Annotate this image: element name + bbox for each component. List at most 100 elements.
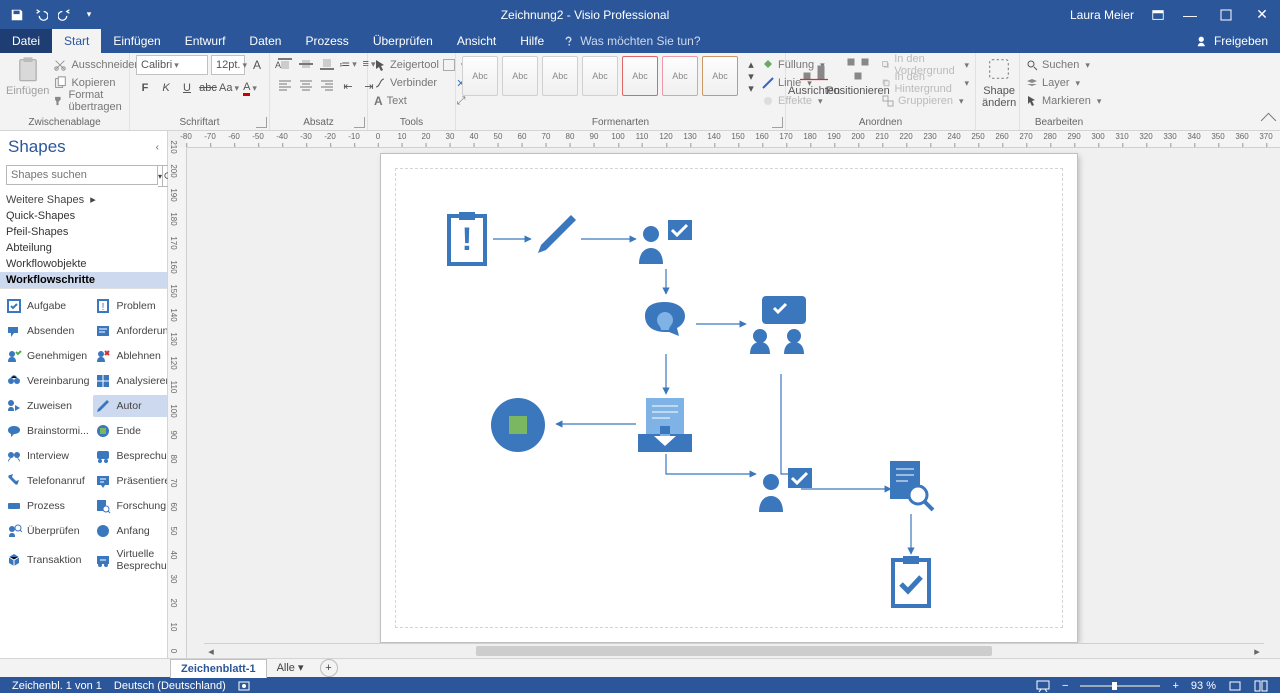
italic-icon[interactable]: K (157, 79, 175, 97)
align-left-icon[interactable] (276, 77, 294, 95)
text-tool[interactable]: AText⤢ (374, 92, 465, 110)
grow-font-icon[interactable]: A (248, 56, 266, 74)
change-shape-button[interactable]: Shape ändern (982, 55, 1016, 109)
shape-item[interactable]: Interview (4, 445, 91, 467)
approver-shape-2[interactable] (756, 464, 816, 517)
scroll-left-icon[interactable]: ◂ (204, 645, 218, 658)
stencil-arrow[interactable]: Pfeil-Shapes (0, 224, 167, 240)
approver-shape[interactable] (636, 216, 696, 269)
pane-collapse-icon[interactable]: ‹ (156, 142, 159, 153)
zoom-slider[interactable] (1080, 685, 1160, 687)
position-button[interactable]: Positionieren (836, 55, 880, 97)
shape-item[interactable]: Anfang (93, 520, 167, 542)
meeting-shape[interactable] (746, 294, 812, 357)
paste-button[interactable]: Einfügen (6, 55, 49, 97)
task-complete-shape[interactable] (889, 554, 933, 613)
shape-item[interactable]: Überprüfen (4, 520, 91, 542)
zoom-in-icon[interactable]: + (1166, 680, 1184, 692)
research-shape[interactable] (886, 459, 936, 517)
pencil-shape[interactable] (531, 210, 581, 263)
tab-review[interactable]: Überprüfen (361, 29, 445, 53)
cut-button[interactable]: Ausschneiden (53, 56, 140, 74)
style-thumb[interactable]: Abc (662, 56, 698, 96)
shape-item[interactable]: Brainstormi... (4, 420, 91, 442)
tab-view[interactable]: Ansicht (445, 29, 508, 53)
format-painter-button[interactable]: Format übertragen (53, 92, 140, 110)
tab-process[interactable]: Prozess (293, 29, 360, 53)
bold-icon[interactable]: F (136, 79, 154, 97)
underline-icon[interactable]: U (178, 79, 196, 97)
font-size-combo[interactable]: 12pt.▾ (211, 55, 245, 75)
fit-page-icon[interactable] (1222, 680, 1248, 692)
stencil-quick[interactable]: Quick-Shapes (0, 208, 167, 224)
styles-dialog-launcher[interactable] (772, 117, 783, 128)
tab-data[interactable]: Daten (237, 29, 293, 53)
user-name[interactable]: Laura Meier (1070, 8, 1134, 22)
tab-help[interactable]: Hilfe (508, 29, 556, 53)
style-thumb[interactable]: Abc (622, 56, 658, 96)
scroll-thumb[interactable] (476, 646, 992, 656)
align-top-icon[interactable] (276, 55, 294, 73)
ribbon-display-icon[interactable] (1146, 0, 1170, 29)
connector-tool[interactable]: Verbinder✕ (374, 74, 465, 92)
shape-item[interactable]: Telefonanruf (4, 470, 91, 492)
shape-item[interactable]: Ende (93, 420, 167, 442)
align-center-icon[interactable] (297, 77, 315, 95)
shape-item[interactable]: Aufgabe (4, 295, 91, 317)
shape-item[interactable]: Besprechung (93, 445, 167, 467)
gallery-down-icon[interactable]: ▾ (742, 70, 760, 82)
align-bottom-icon[interactable] (318, 55, 336, 73)
style-thumb[interactable]: Abc (462, 56, 498, 96)
undo-icon[interactable] (30, 4, 52, 26)
case-icon[interactable]: Aa▾ (220, 79, 238, 97)
inbox-shape[interactable] (636, 394, 694, 457)
shape-item[interactable]: Transaktion (4, 545, 91, 575)
shape-item[interactable]: Präsentieren (93, 470, 167, 492)
find-button[interactable]: Suchen▾ (1026, 56, 1101, 74)
zoom-level[interactable]: 93 % (1185, 680, 1222, 692)
drawing-canvas[interactable]: -80-70-60-50-40-30-20-100102030405060708… (168, 131, 1280, 658)
shape-item[interactable]: Analysieren (93, 370, 167, 392)
fit-width-icon[interactable] (1248, 680, 1274, 692)
minimize-button[interactable]: — (1174, 0, 1206, 29)
shape-item[interactable]: Virtuelle Besprechung (93, 545, 167, 575)
indent-dec-icon[interactable]: ⇤ (339, 77, 357, 95)
font-family-combo[interactable]: Calibri▾ (136, 55, 208, 75)
scroll-right-icon[interactable]: ▸ (1250, 645, 1264, 658)
close-button[interactable]: ✕ (1246, 0, 1278, 29)
status-language[interactable]: Deutsch (Deutschland) (108, 680, 232, 692)
font-color-icon[interactable]: A▾ (241, 79, 259, 97)
sheet-tab-active[interactable]: Zeichenblatt-1 (170, 659, 267, 678)
shape-style-gallery[interactable]: Abc Abc Abc Abc Abc Abc Abc ▴ ▾ ▾ (462, 55, 754, 96)
gallery-more-icon[interactable]: ▾ (742, 82, 760, 94)
bullets-icon[interactable]: ≔▾ (339, 55, 357, 73)
shape-item[interactable]: Anforderung (93, 320, 167, 342)
share-button[interactable]: Freigeben (1184, 29, 1280, 53)
save-icon[interactable] (6, 4, 28, 26)
tab-start[interactable]: Start (52, 29, 101, 53)
shape-item[interactable]: Autor (93, 395, 167, 417)
select-button[interactable]: Markieren▾ (1026, 92, 1101, 110)
layer-button[interactable]: Layer▾ (1026, 74, 1101, 92)
add-sheet-button[interactable]: + (320, 659, 338, 677)
horizontal-scrollbar[interactable]: ◂ ▸ (204, 643, 1264, 658)
zoom-out-icon[interactable]: − (1056, 680, 1074, 692)
status-page[interactable]: Zeichenbl. 1 von 1 (6, 680, 108, 692)
send-back-button[interactable]: In den Hintergrund▾ (882, 74, 969, 92)
stencil-workflow-objects[interactable]: Workflowobjekte (0, 256, 167, 272)
maximize-button[interactable] (1210, 0, 1242, 29)
clipboard-shape[interactable]: ! (443, 210, 491, 271)
align-middle-icon[interactable] (297, 55, 315, 73)
shape-item[interactable]: !Problem (93, 295, 167, 317)
shape-item[interactable]: Vereinbarung (4, 370, 91, 392)
end-shape[interactable] (489, 396, 547, 457)
drawing-page[interactable]: ! (381, 154, 1077, 642)
style-thumb[interactable]: Abc (582, 56, 618, 96)
style-thumb[interactable]: Abc (702, 56, 738, 96)
shape-item[interactable]: Zuweisen (4, 395, 91, 417)
shape-item[interactable]: Prozess (4, 495, 91, 517)
strike-icon[interactable]: abc (199, 79, 217, 97)
gallery-up-icon[interactable]: ▴ (742, 58, 760, 70)
shape-item[interactable]: Genehmigen (4, 345, 91, 367)
group-button[interactable]: Gruppieren▾ (882, 92, 969, 110)
